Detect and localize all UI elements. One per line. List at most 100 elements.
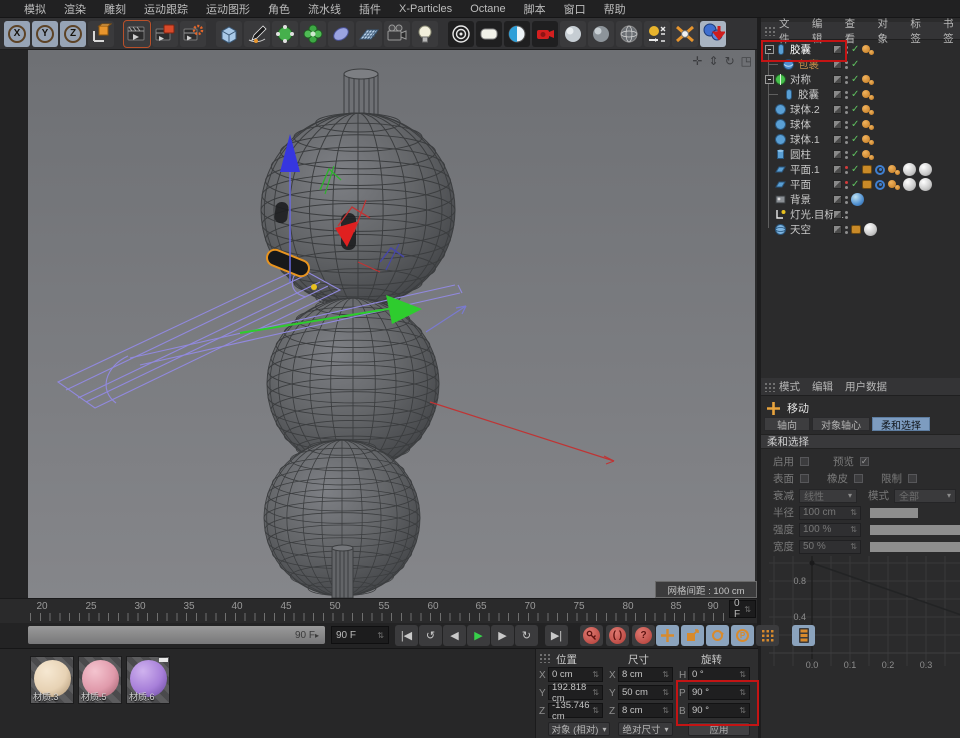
add-deformer-button[interactable] (300, 21, 326, 47)
width-input[interactable]: 50 %⇅ (799, 540, 861, 554)
rubber-checkbox[interactable] (854, 474, 863, 483)
compositing-tag[interactable] (851, 225, 861, 234)
object-row-plane[interactable]: 平面 ✓ (761, 177, 960, 192)
render-view-button[interactable] (124, 21, 150, 47)
object-row-sphere1[interactable]: 球体.1 ✓ (761, 132, 960, 147)
visibility-dots[interactable] (845, 91, 848, 99)
render-settings-button[interactable] (180, 21, 206, 47)
layer-tag[interactable] (833, 195, 842, 204)
radius-swatch[interactable] (870, 508, 918, 518)
stepper-icon[interactable]: ⇅ (592, 688, 599, 697)
phong-tag[interactable] (862, 74, 874, 85)
tab-soft-selection[interactable]: 柔和选择 (872, 417, 930, 431)
menu-item-sculpt[interactable]: 雕刻 (104, 1, 126, 17)
visibility-dots[interactable] (845, 136, 848, 144)
menu-item-xparticles[interactable]: X-Particles (399, 3, 452, 15)
enabled-check-icon[interactable]: ✓ (851, 120, 859, 130)
menu-item-plugins[interactable]: 插件 (359, 1, 381, 17)
coordinate-mode-dropdown[interactable]: 对象 (相对)▾ (548, 722, 610, 736)
object-row-symmetry[interactable]: 对称 ✓ (761, 72, 960, 87)
position-z-field[interactable]: -135.746 cm⇅ (548, 703, 603, 718)
rotation-p-field[interactable]: 90 °⇅ (688, 685, 750, 700)
key-parameter-toggle[interactable]: P (731, 625, 754, 646)
object-row-capsule-child[interactable]: 胶囊 ✓ (761, 87, 960, 102)
enabled-check-icon[interactable]: ✓ (851, 180, 859, 190)
layer-tag[interactable] (833, 45, 842, 54)
curve-point[interactable] (810, 561, 815, 566)
layer-tag[interactable] (833, 105, 842, 114)
enabled-check-icon[interactable]: ✓ (851, 45, 859, 55)
visibility-dots[interactable] (845, 106, 848, 114)
visibility-dots[interactable] (845, 61, 848, 69)
size-mode-dropdown[interactable]: 绝对尺寸▾ (618, 722, 673, 736)
strength-input[interactable]: 100 %⇅ (799, 523, 861, 537)
preview-checkbox[interactable]: ✓ (860, 457, 869, 466)
surface-checkbox[interactable] (800, 474, 809, 483)
stepper-icon[interactable]: ⇅ (662, 670, 669, 679)
menu-item-simulate[interactable]: 模拟 (24, 1, 46, 17)
enabled-check-icon[interactable]: ✓ (851, 135, 859, 145)
visibility-dots[interactable] (845, 121, 848, 129)
compositing-tag[interactable] (862, 165, 872, 174)
play-button[interactable]: ▶ (467, 625, 490, 646)
tab-object-axis[interactable]: 对象轴心 (812, 417, 870, 431)
add-generator-button[interactable] (272, 21, 298, 47)
object-row-plane1[interactable]: 平面.1 ✓ (761, 162, 960, 177)
menu-item-script[interactable]: 脚本 (524, 1, 546, 17)
render-picture-viewer-button[interactable] (152, 21, 178, 47)
phong-tag[interactable] (862, 44, 874, 55)
background-object-button[interactable] (476, 21, 502, 47)
keyframe-options-button[interactable]: ? (632, 625, 655, 646)
section-header-soft-selection[interactable]: 柔和选择 (761, 434, 960, 449)
collapse-icon[interactable] (765, 75, 774, 84)
enabled-check-icon[interactable]: ✓ (851, 60, 859, 70)
position-x-field[interactable]: 0 cm⇅ (548, 667, 603, 682)
menu-item-mograph[interactable]: 运动图形 (206, 1, 250, 17)
panel-grip-icon[interactable] (539, 653, 550, 663)
autokey-button[interactable]: ( ) (606, 625, 629, 646)
stepper-icon[interactable]: ⇅ (377, 631, 384, 640)
limit-checkbox[interactable] (908, 474, 917, 483)
stepper-icon[interactable]: ⇅ (662, 706, 669, 715)
rotation-h-field[interactable]: 0 °⇅ (688, 667, 750, 682)
stepper-icon[interactable]: ⇅ (744, 605, 751, 614)
draw-spline-button[interactable] (244, 21, 270, 47)
active-tool-button[interactable] (700, 21, 726, 47)
stepper-icon[interactable]: ⇅ (739, 706, 746, 715)
material-thumbnail[interactable]: 材质.5 (78, 656, 122, 704)
phong-tag[interactable] (862, 119, 874, 130)
material-tag[interactable] (864, 223, 877, 236)
add-cube-button[interactable] (216, 21, 242, 47)
menu-item-help[interactable]: 帮助 (604, 1, 626, 17)
next-frame-button[interactable]: ▶ (491, 625, 514, 646)
visibility-dots[interactable] (845, 76, 848, 84)
menu-item-window[interactable]: 窗口 (564, 1, 586, 17)
axis-z-lock-button[interactable]: Z (60, 21, 86, 47)
position-y-field[interactable]: 192.818 cm⇅ (548, 685, 603, 700)
key-position-toggle[interactable] (656, 625, 679, 646)
width-slider[interactable] (870, 542, 960, 552)
visibility-dots[interactable] (845, 166, 848, 174)
apply-button[interactable]: 应用 (688, 722, 750, 736)
material-tag[interactable] (903, 178, 916, 191)
material-thumbnail[interactable]: 材质.6 (126, 656, 170, 704)
timeline-ruler[interactable]: 20 25 30 35 40 45 50 55 60 65 70 75 80 8… (0, 598, 757, 624)
layer-tag[interactable] (833, 180, 842, 189)
pan-icon[interactable]: ✛ (692, 54, 702, 68)
timeline-mode-button[interactable] (792, 625, 815, 646)
attr-menu-mode[interactable]: 模式 (779, 379, 800, 394)
om-menu-bookmark[interactable]: 书签 (943, 16, 960, 46)
attr-menu-edit[interactable]: 编辑 (812, 379, 833, 394)
key-scale-toggle[interactable] (681, 625, 704, 646)
falloff-curve-graph[interactable]: 0.8 0.4 0.0 0.1 0.2 0.3 (761, 556, 960, 686)
enabled-check-icon[interactable]: ✓ (851, 75, 859, 85)
panel-grip-icon[interactable] (764, 382, 775, 392)
stepper-icon[interactable]: ⇅ (592, 706, 599, 715)
object-row-sky[interactable]: 天空 (761, 222, 960, 237)
viewport[interactable] (28, 50, 755, 598)
enable-checkbox[interactable] (800, 457, 809, 466)
tab-axis[interactable]: 轴向 (764, 417, 810, 431)
phong-tag[interactable] (862, 104, 874, 115)
size-x-field[interactable]: 8 cm⇅ (618, 667, 673, 682)
visibility-dots[interactable] (845, 226, 848, 234)
